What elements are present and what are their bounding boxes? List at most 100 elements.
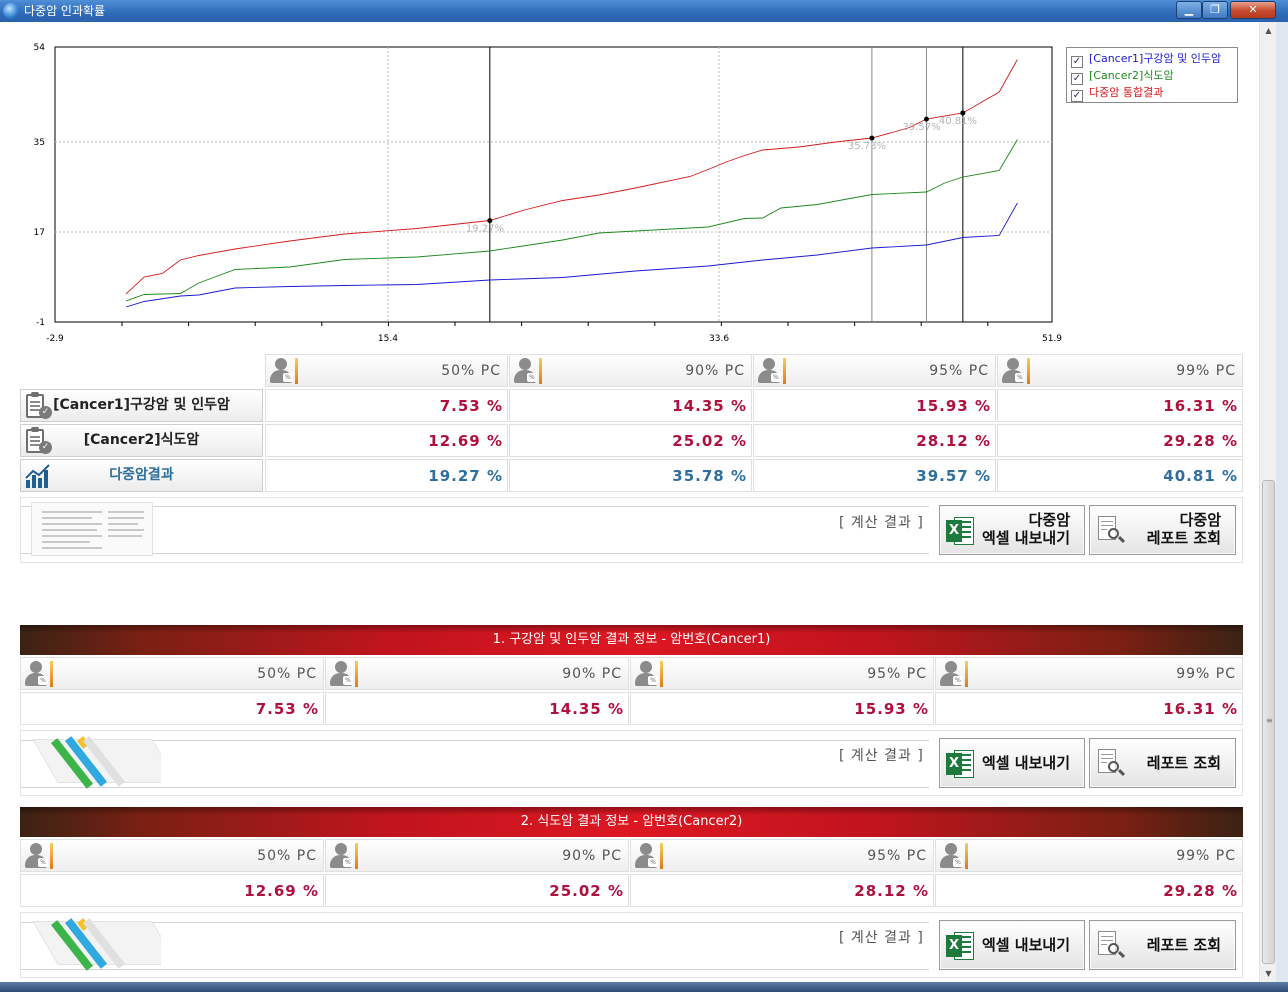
app-globe-icon [3, 3, 19, 19]
person-percent-icon: % [633, 842, 663, 870]
summary-header-50: % 50% PC [265, 354, 508, 387]
taskbar-strip [0, 982, 1288, 992]
row-label-combined: 다중암결과 [20, 459, 263, 492]
y-tick-label: 17 [34, 228, 45, 238]
person-percent-icon: % [268, 357, 298, 385]
x-tick-label: 51.9 [1042, 334, 1062, 344]
y-tick-label: -1 [36, 318, 45, 328]
value-combined-99: 40.81 % [997, 459, 1243, 492]
row-label-cancer1: ✓ [Cancer1]구강암 및 인두암 [20, 389, 263, 422]
legend-checkbox-combined[interactable]: ✓ [1071, 90, 1083, 102]
person-percent-icon: % [328, 842, 358, 870]
person-percent-icon: % [633, 660, 663, 688]
person-percent-icon: % [938, 842, 968, 870]
summary-result-panel: [ 계산 결과 ] X 다중암 엑셀 내보내기 다중암 레포트 조회 [20, 497, 1243, 563]
marker-point [923, 116, 929, 122]
marker-point [487, 218, 493, 224]
marker-point [960, 110, 966, 116]
section2-header-99: % 99% PC [935, 839, 1243, 872]
y-tick-label: 35 [34, 138, 45, 148]
section2-value-99: 29.28 % [935, 874, 1243, 907]
stripe-document-icon [31, 735, 161, 791]
window-right-edge [1276, 22, 1288, 992]
chart-legend: ✓ [Cancer1]구강암 및 인두암 ✓ [Cancer2]식도암 ✓ 다중암 통… [1066, 47, 1238, 103]
document-thumbnail-icon [31, 502, 153, 556]
section2-header-50: % 50% PC [20, 839, 324, 872]
section2-report-view-button[interactable]: 레포트 조회 [1089, 920, 1236, 970]
section1-header-99: % 99% PC [935, 657, 1243, 690]
value-cancer1-50: 7.53 % [265, 389, 508, 422]
summary-header-99: % 99% PC [997, 354, 1243, 387]
section1-header-90: % 90% PC [325, 657, 629, 690]
person-percent-icon: % [1000, 357, 1030, 385]
window-title: 다중암 인과확률 [24, 4, 106, 18]
scroll-up-arrow-icon[interactable]: ▲ [1260, 22, 1277, 39]
legend-item-cancer1[interactable]: ✓ [Cancer1]구강암 및 인두암 [1071, 50, 1233, 68]
grip-icon: ≡ [1266, 716, 1273, 725]
row-label-cancer2: ✓ [Cancer2]식도암 [20, 424, 263, 457]
section-banner-cancer1: 1. 구강암 및 인두암 결과 정보 - 암번호(Cancer1) [20, 625, 1243, 655]
section1-header-50: % 50% PC [20, 657, 324, 690]
section2-header-95: % 95% PC [630, 839, 934, 872]
summary-header-90: % 90% PC [509, 354, 752, 387]
section2-value-95: 28.12 % [630, 874, 934, 907]
value-combined-90: 35.78 % [509, 459, 752, 492]
value-cancer2-95: 28.12 % [753, 424, 996, 457]
section-banner-cancer2: 2. 식도암 결과 정보 - 암번호(Cancer2) [20, 807, 1243, 837]
calc-result-label: [ 계산 결과 ] [839, 930, 924, 946]
bar-chart-icon [23, 462, 53, 490]
section2-excel-export-button[interactable]: X 엑셀 내보내기 [939, 920, 1085, 970]
person-percent-icon: % [512, 357, 542, 385]
combined-excel-export-button[interactable]: X 다중암 엑셀 내보내기 [939, 505, 1085, 555]
legend-item-combined[interactable]: ✓ 다중암 통합결과 [1071, 84, 1233, 102]
section2-value-90: 25.02 % [325, 874, 629, 907]
stripe-document-icon [31, 917, 161, 973]
report-search-icon [1096, 931, 1126, 961]
maximize-button[interactable]: ❐ [1202, 1, 1228, 19]
report-search-icon [1096, 749, 1126, 779]
legend-item-cancer2[interactable]: ✓ [Cancer2]식도암 [1071, 67, 1233, 85]
marker-label: 35.78% [848, 141, 886, 152]
person-percent-icon: % [23, 842, 53, 870]
excel-icon: X [946, 517, 976, 545]
combined-report-view-button[interactable]: 다중암 레포트 조회 [1089, 505, 1236, 555]
section1-header-95: % 95% PC [630, 657, 934, 690]
scrollbar-thumb[interactable]: ≡ [1262, 480, 1275, 964]
clipboard-check-icon: ✓ [23, 392, 55, 420]
section1-value-90: 14.35 % [325, 692, 629, 725]
minimize-button[interactable]: ▁ [1176, 1, 1202, 19]
section2-header-90: % 90% PC [325, 839, 629, 872]
y-tick-label: 54 [34, 43, 46, 53]
section1-excel-export-button[interactable]: X 엑셀 내보내기 [939, 738, 1085, 788]
x-tick-label: 15.4 [378, 334, 398, 344]
section2-value-50: 12.69 % [20, 874, 324, 907]
section1-value-99: 16.31 % [935, 692, 1243, 725]
window-titlebar: 다중암 인과확률 ▁ ❐ ✕ [0, 0, 1288, 22]
close-button[interactable]: ✕ [1230, 1, 1276, 19]
value-cancer1-90: 14.35 % [509, 389, 752, 422]
value-combined-95: 39.57 % [753, 459, 996, 492]
section1-result-panel: [ 계산 결과 ] X 엑셀 내보내기 레포트 조회 [20, 730, 1243, 796]
value-cancer2-50: 12.69 % [265, 424, 508, 457]
scroll-down-arrow-icon[interactable]: ▼ [1260, 965, 1277, 982]
calc-result-label: [ 계산 결과 ] [839, 748, 924, 764]
summary-header-95: % 95% PC [753, 354, 996, 387]
marker-point [869, 135, 875, 141]
section1-value-50: 7.53 % [20, 692, 324, 725]
marker-label: 40.81% [939, 116, 977, 127]
clipboard-check-icon: ✓ [23, 427, 55, 455]
marker-label: 39.57% [902, 122, 940, 133]
vertical-scrollbar[interactable]: ▲ ≡ ▼ [1259, 22, 1276, 982]
excel-icon: X [946, 750, 976, 778]
value-cancer1-95: 15.93 % [753, 389, 996, 422]
section1-value-95: 15.93 % [630, 692, 934, 725]
excel-icon: X [946, 932, 976, 960]
value-cancer1-99: 16.31 % [997, 389, 1243, 422]
report-search-icon [1096, 516, 1126, 546]
section1-report-view-button[interactable]: 레포트 조회 [1089, 738, 1236, 788]
person-percent-icon: % [23, 660, 53, 688]
legend-label-cancer1: [Cancer1]구강암 및 인두암 [1089, 52, 1222, 65]
x-tick-label: -2.9 [46, 334, 64, 344]
value-cancer2-99: 29.28 % [997, 424, 1243, 457]
value-combined-50: 19.27 % [265, 459, 508, 492]
